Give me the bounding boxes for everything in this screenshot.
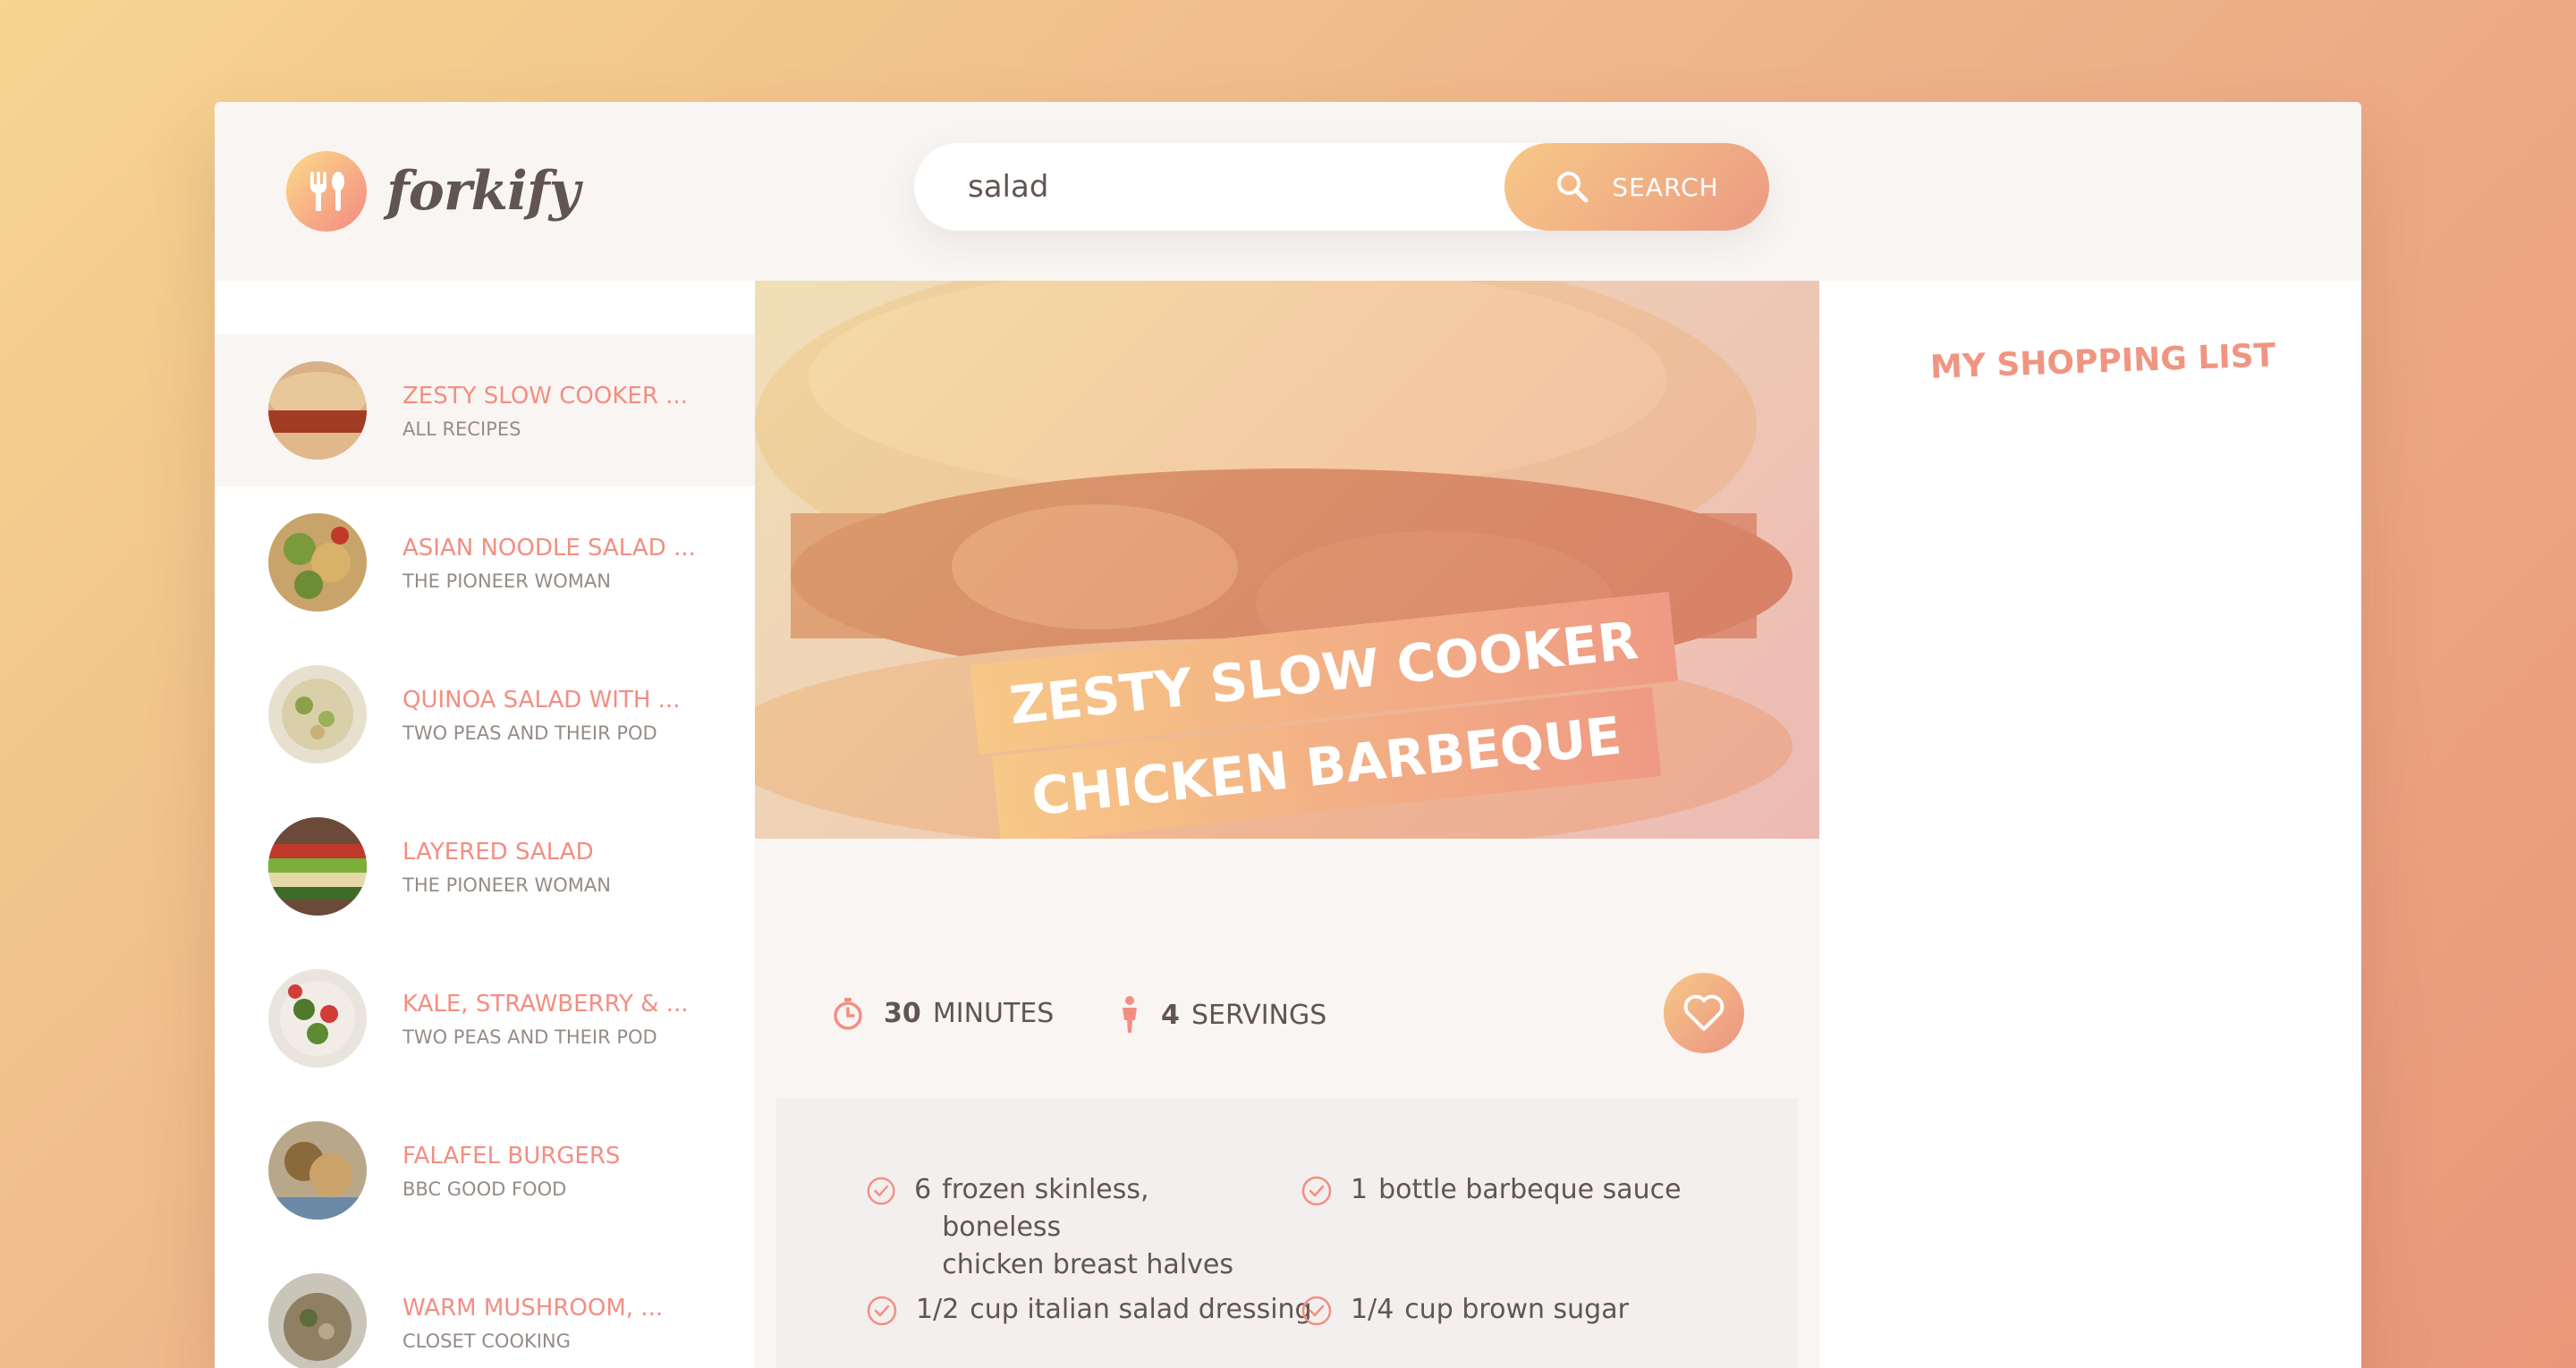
ingredient-item: 6 frozen skinless, boneless chicken brea… (866, 1171, 1259, 1284)
result-thumbnail (268, 817, 367, 916)
ingredient-count: 6 (914, 1174, 932, 1205)
check-icon (1301, 1296, 1332, 1326)
result-author: THE PIONEER WOMAN (402, 874, 611, 896)
ingredient-text: cup brown sugar (1404, 1294, 1629, 1325)
recipe-time-unit: MINUTES (932, 997, 1055, 1029)
search-form: SEARCH (914, 143, 1769, 231)
recipe-servings-unit: SERVINGS (1191, 999, 1327, 1031)
result-author: TWO PEAS AND THEIR POD (402, 1026, 657, 1048)
check-icon (867, 1177, 895, 1205)
result-title: ZESTY SLOW COOKER ... (402, 383, 688, 410)
result-thumbnail (268, 1121, 367, 1220)
recipe-panel: ZESTY SLOW COOKER CHICKEN BARBEQUE 30 MI… (755, 281, 1819, 1368)
shopping-list-title: MY SHOPPING LIST (1929, 337, 2276, 386)
search-input[interactable] (968, 165, 1469, 209)
result-thumbnail (268, 361, 367, 460)
result-item[interactable]: ZESTY SLOW COOKER ... ALL RECIPES (215, 334, 755, 486)
result-item[interactable]: QUINOA SALAD WITH ... TWO PEAS AND THEIR… (215, 638, 755, 790)
ingredient-count: 1/4 (1351, 1294, 1394, 1325)
recipe-info-servings: 4 SERVINGS (1116, 995, 1326, 1034)
search-button-label: SEARCH (1612, 172, 1719, 202)
result-author: BBC GOOD FOOD (402, 1178, 567, 1200)
ingredient-text: cup italian salad dressing (970, 1294, 1312, 1325)
result-author: CLOSET COOKING (402, 1330, 571, 1352)
results-list: ZESTY SLOW COOKER ... ALL RECIPES ASIAN … (215, 281, 755, 1368)
check-icon (1301, 1176, 1332, 1206)
check-icon (867, 1296, 897, 1326)
ingredient-count: 1/2 (916, 1294, 960, 1325)
recipe-time-value: 30 (884, 997, 921, 1029)
ingredient-item: 1/4 cup brown sugar (1301, 1291, 1629, 1329)
result-item[interactable]: LAYERED SALAD THE PIONEER WOMAN (215, 790, 755, 942)
result-author: THE PIONEER WOMAN (402, 570, 611, 592)
shopping-list: MY SHOPPING LIST (1819, 281, 2361, 1368)
result-item[interactable]: FALAFEL BURGERS BBC GOOD FOOD (215, 1094, 755, 1246)
result-author: ALL RECIPES (402, 418, 521, 440)
search-button[interactable]: SEARCH (1504, 143, 1769, 231)
result-thumbnail (268, 665, 367, 764)
ingredients-list: 6 frozen skinless, boneless chicken brea… (776, 1098, 1798, 1368)
ingredient-item: 1/2 cup italian salad dressing (866, 1291, 1312, 1329)
ingredient-text: bottle barbeque sauce (1378, 1174, 1682, 1205)
result-title: ASIAN NOODLE SALAD ... (402, 535, 696, 562)
result-thumbnail (268, 969, 367, 1068)
result-item[interactable]: WARM MUSHROOM, ... CLOSET COOKING (215, 1246, 755, 1368)
result-author: TWO PEAS AND THEIR POD (402, 722, 657, 744)
recipe-details: 30 MINUTES 4 SERVINGS (776, 839, 1798, 1098)
app-container: forkify SEARCH ZESTY SLOW COOKER ... ALL… (215, 102, 2361, 1368)
logo[interactable]: forkify (286, 151, 580, 232)
fork-knife-icon (286, 151, 367, 232)
recipe-servings-value: 4 (1161, 999, 1180, 1031)
heart-icon (1683, 994, 1724, 1031)
recipe-info-time: 30 MINUTES (830, 995, 1054, 1031)
result-thumbnail (268, 513, 367, 612)
person-icon (1123, 996, 1137, 1033)
result-title: QUINOA SALAD WITH ... (402, 687, 681, 714)
result-title: KALE, STRAWBERRY & ... (402, 991, 689, 1018)
logo-text: forkify (386, 160, 580, 223)
result-thumbnail (268, 1273, 367, 1368)
header: forkify SEARCH (215, 102, 2361, 281)
ingredient-item: 1 bottle barbeque sauce (1301, 1171, 1682, 1209)
search-icon (1557, 172, 1589, 203)
bookmark-button[interactable] (1664, 973, 1744, 1053)
result-title: FALAFEL BURGERS (402, 1143, 621, 1170)
result-item[interactable]: ASIAN NOODLE SALAD ... THE PIONEER WOMAN (215, 486, 755, 638)
result-item[interactable]: KALE, STRAWBERRY & ... TWO PEAS AND THEI… (215, 942, 755, 1094)
result-title: WARM MUSHROOM, ... (402, 1295, 664, 1322)
stopwatch-icon (834, 998, 862, 1030)
ingredient-text-continued: chicken breast halves (942, 1249, 1233, 1280)
result-title: LAYERED SALAD (402, 839, 594, 866)
ingredient-count: 1 (1351, 1174, 1368, 1205)
ingredient-text: frozen skinless, boneless (942, 1174, 1149, 1243)
